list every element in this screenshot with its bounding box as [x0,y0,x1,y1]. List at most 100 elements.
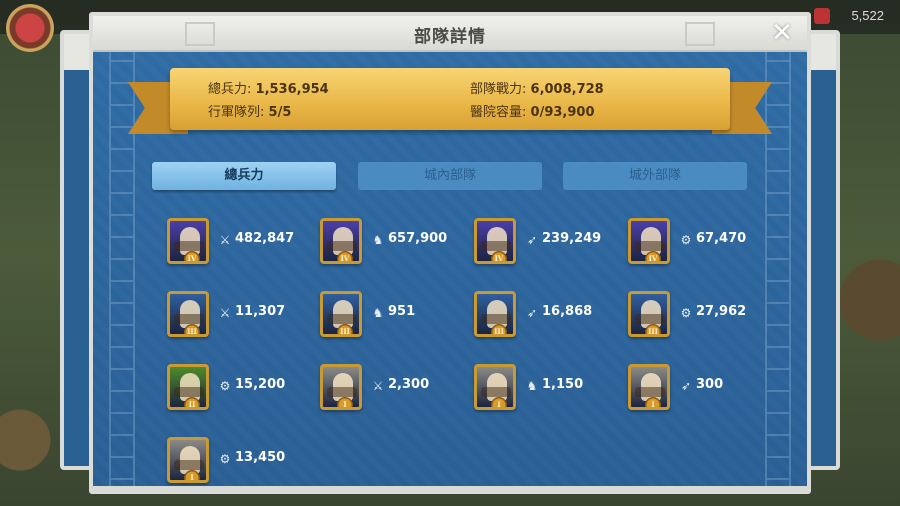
stat-march-queue-value: 5/5 [268,105,292,120]
player-avatar[interactable] [6,4,54,52]
unit-count: 11,307 [235,304,286,319]
unit-count: 27,962 [696,304,747,319]
unit-count: 13,450 [235,450,286,465]
unit-weapon [174,387,204,397]
unit-count: 239,249 [542,231,602,246]
stat-march-queue-label: 行軍隊列: [208,105,265,120]
cavalry-horse-icon: ♞ [526,379,538,393]
tier-badge: I [184,470,200,480]
infantry-sword-icon: ⚔ [219,306,231,320]
dialog-bottom-edge [90,486,810,492]
stat-hospital-capacity-label: 醫院容量: [470,105,527,120]
tier-badge: I [645,397,661,407]
unit-portrait[interactable]: I [167,437,209,483]
stat-total-troops: 總兵力: 1,536,954 [208,78,329,97]
unit-weapon [327,314,357,324]
dialog-title: 部隊詳情 [414,27,486,47]
unit-count: 482,847 [235,231,295,246]
infantry-sword-icon: ⚔ [219,233,231,247]
stat-total-troops-label: 總兵力: [208,82,252,97]
unit-count: 300 [696,377,724,392]
tier-badge: IV [337,251,353,261]
unit-entry[interactable]: I ♞ 1,150 [474,364,624,414]
unit-weapon [327,387,357,397]
tier-badge: I [491,397,507,407]
siege-icon: ⚙ [219,452,231,466]
stat-total-troops-value: 1,536,954 [255,82,329,97]
tier-badge: III [337,324,353,334]
unit-count: 67,470 [696,231,747,246]
tier-badge: IV [184,251,200,261]
cavalry-horse-icon: ♞ [372,233,384,247]
unit-portrait[interactable]: IV [474,218,516,264]
unit-weapon [174,314,204,324]
close-button[interactable]: ✕ [767,19,797,49]
stat-hospital-capacity: 醫院容量: 0/93,900 [470,101,595,120]
unit-entry[interactable]: I ⚙ 13,450 [167,437,317,487]
tier-badge: II [184,397,200,407]
unit-weapon [174,460,204,470]
unit-weapon [481,387,511,397]
unit-portrait[interactable]: IV [628,218,670,264]
unit-entry[interactable]: III ⚙ 27,962 [628,291,778,341]
unit-weapon [635,241,665,251]
siege-icon: ⚙ [680,306,692,320]
unit-entry[interactable]: IV ⚙ 67,470 [628,218,778,268]
unit-weapon [635,314,665,324]
unit-entry[interactable]: I ⚔ 2,300 [320,364,470,414]
unit-count: 951 [388,304,416,319]
unit-entry[interactable]: II ⚙ 15,200 [167,364,317,414]
dialog-header: 部隊詳情 ✕ [93,16,807,52]
tab-total-troops[interactable]: 總兵力 [152,162,336,190]
tier-badge: III [184,324,200,334]
unit-entry[interactable]: III ♞ 951 [320,291,470,341]
unit-portrait[interactable]: I [628,364,670,410]
stat-troop-power: 部隊戰力: 6,008,728 [470,78,604,97]
unit-count: 1,150 [542,377,584,392]
tier-badge: III [491,324,507,334]
unit-weapon [481,241,511,251]
tier-badge: IV [645,251,661,261]
unit-portrait[interactable]: IV [320,218,362,264]
archer-bow-icon: ➶ [680,379,692,393]
stat-troop-power-value: 6,008,728 [530,82,604,97]
unit-portrait[interactable]: I [474,364,516,410]
unit-weapon [327,241,357,251]
unit-entry[interactable]: III ⚔ 11,307 [167,291,317,341]
stat-troop-power-label: 部隊戰力: [470,82,527,97]
unit-entry[interactable]: III ➶ 16,868 [474,291,624,341]
archer-bow-icon: ➶ [526,306,538,320]
unit-count: 15,200 [235,377,286,392]
stat-hospital-capacity-value: 0/93,900 [530,105,595,120]
archer-bow-icon: ➶ [526,233,538,247]
unit-portrait[interactable]: II [167,364,209,410]
resource-icon [814,8,830,24]
tab-outside-troops[interactable]: 城外部隊 [563,162,747,190]
unit-weapon [635,387,665,397]
unit-entry[interactable]: IV ➶ 239,249 [474,218,624,268]
unit-portrait[interactable]: III [474,291,516,337]
stat-march-queue: 行軍隊列: 5/5 [208,101,291,120]
unit-weapon [481,314,511,324]
unit-portrait[interactable]: III [320,291,362,337]
infantry-sword-icon: ⚔ [372,379,384,393]
unit-weapon [174,241,204,251]
tier-badge: III [645,324,661,334]
unit-count: 2,300 [388,377,430,392]
resource-value: 5,522 [851,8,884,23]
unit-portrait[interactable]: I [320,364,362,410]
tier-badge: IV [491,251,507,261]
tab-in-city-troops[interactable]: 城內部隊 [358,162,542,190]
unit-portrait[interactable]: IV [167,218,209,264]
unit-portrait[interactable]: III [628,291,670,337]
siege-icon: ⚙ [680,233,692,247]
unit-count: 657,900 [388,231,448,246]
cavalry-horse-icon: ♞ [372,306,384,320]
siege-icon: ⚙ [219,379,231,393]
tier-badge: I [337,397,353,407]
unit-portrait[interactable]: III [167,291,209,337]
unit-entry[interactable]: I ➶ 300 [628,364,778,414]
unit-entry[interactable]: IV ♞ 657,900 [320,218,470,268]
unit-entry[interactable]: IV ⚔ 482,847 [167,218,317,268]
unit-count: 16,868 [542,304,593,319]
